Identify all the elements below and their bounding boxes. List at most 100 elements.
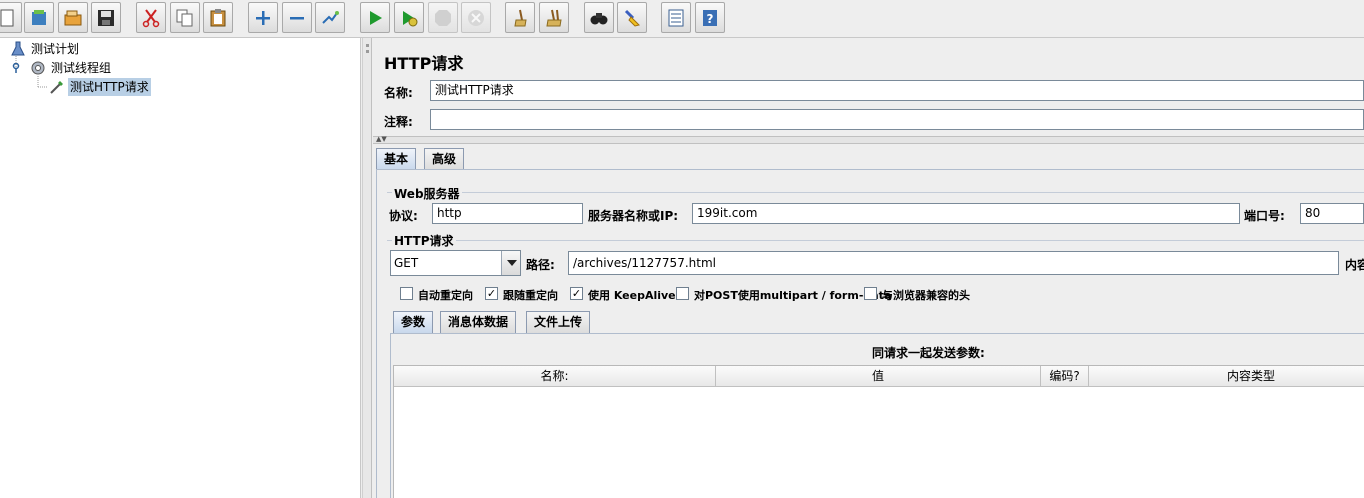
name-label: 名称: [384, 86, 413, 100]
svg-text:?: ? [707, 12, 714, 26]
search-icon [590, 13, 608, 25]
port-label: 端口号: [1244, 209, 1285, 223]
checkbox-label: 与浏览器兼容的头 [882, 289, 970, 302]
parameters-table[interactable]: 名称: 值 编码? 内容类型 [393, 365, 1364, 498]
split-pane-divider[interactable] [362, 38, 372, 498]
name-field[interactable]: 测试HTTP请求 [430, 80, 1364, 101]
start-no-pauses-icon [403, 11, 418, 27]
stop-icon [435, 10, 451, 26]
tab-body-data[interactable]: 消息体数据 [440, 311, 517, 333]
reset-search-button[interactable] [617, 2, 647, 33]
column-header-name[interactable]: 名称: [394, 366, 716, 387]
params-caption: 同请求一起发送参数: [872, 346, 985, 360]
copy-icon [176, 9, 193, 27]
server-name-field[interactable]: 199it.com [692, 203, 1240, 224]
path-label: 路径: [526, 258, 555, 272]
jmeter-window: ? 测试计划 测试线程组 测试HTTP请求 HTTP请求 名称: 测试HTTP请… [0, 0, 1364, 498]
checkbox-box[interactable] [400, 287, 413, 300]
clear-button[interactable] [505, 2, 535, 33]
collapse-button[interactable] [282, 2, 312, 33]
thread-group-icon [31, 61, 45, 75]
checkbox-box[interactable]: ✓ [485, 287, 498, 300]
tree-node-thread-group[interactable]: 测试线程组 [30, 59, 150, 77]
start-icon [370, 11, 382, 25]
checkbox-label: 对POST使用multipart / form-data [694, 289, 892, 302]
web-server-group-title: Web服务器 [392, 185, 462, 202]
chevron-down-icon[interactable] [501, 251, 520, 275]
templates-icon [32, 10, 46, 25]
http-sampler-icon [50, 81, 63, 94]
open-icon [64, 10, 82, 26]
column-header-value[interactable]: 值 [716, 366, 1041, 387]
save-button[interactable] [91, 2, 121, 33]
port-field[interactable]: 80 [1300, 203, 1364, 224]
checkbox-box[interactable]: ✓ [570, 287, 583, 300]
help-button[interactable]: ? [695, 2, 725, 33]
checkbox-box[interactable] [676, 287, 689, 300]
page-title: HTTP请求 [384, 54, 464, 73]
checkbox-box[interactable] [864, 287, 877, 300]
function-helper-icon [668, 9, 684, 27]
toggle-button[interactable] [315, 2, 345, 33]
expand-button[interactable] [248, 2, 278, 33]
tab-basic[interactable]: 基本 [376, 148, 417, 170]
reset-search-icon [624, 9, 640, 27]
web-server-group-border [387, 192, 1364, 193]
clear-all-button[interactable] [539, 2, 569, 33]
server-name-label: 服务器名称或IP: [588, 209, 679, 223]
shutdown-icon [468, 10, 484, 26]
sub-tab-strip: 参数 消息体数据 文件上传 [393, 311, 1364, 333]
search-button[interactable] [584, 2, 614, 33]
start-no-pauses-button[interactable] [394, 2, 424, 33]
cut-button[interactable] [136, 2, 166, 33]
tab-parameters[interactable]: 参数 [393, 311, 434, 333]
paste-icon [210, 9, 226, 27]
clear-icon [514, 9, 527, 27]
templates-button[interactable] [24, 2, 54, 33]
comment-label: 注释: [384, 115, 413, 129]
checkbox-label: 跟随重定向 [503, 289, 558, 302]
tree-node-http-sampler[interactable]: 测试HTTP请求 [49, 78, 189, 96]
path-field[interactable]: /archives/1127757.html [568, 251, 1339, 275]
save-icon [98, 10, 114, 26]
column-header-encode[interactable]: 编码? [1041, 366, 1089, 387]
cut-icon [142, 9, 160, 28]
http-request-group-title: HTTP请求 [392, 232, 456, 249]
function-helper-button[interactable] [661, 2, 691, 33]
paste-button[interactable] [203, 2, 233, 33]
tree-node-test-plan[interactable]: 测试计划 [10, 40, 130, 58]
new-icon [0, 9, 14, 27]
test-plan-icon [11, 41, 25, 56]
toolbar: ? [0, 0, 1364, 38]
method-select[interactable]: GET [390, 250, 521, 276]
expand-icon [256, 11, 270, 25]
sampler-editor-panel: HTTP请求 名称: 测试HTTP请求 注释: ▲▼ 基本 高级 Web服务器 … [373, 38, 1364, 498]
stop-button[interactable] [428, 2, 458, 33]
tab-files-upload[interactable]: 文件上传 [526, 311, 591, 333]
clear-all-icon [546, 9, 562, 27]
vertical-split-divider[interactable]: ▲▼ [373, 135, 1364, 144]
open-button[interactable] [58, 2, 88, 33]
protocol-label: 协议: [389, 209, 418, 223]
content-encoding-label: 内容 [1345, 258, 1364, 272]
tree-node-label: 测试线程组 [51, 61, 112, 75]
help-icon: ? [703, 10, 717, 26]
copy-button[interactable] [170, 2, 200, 33]
method-select-value: GET [394, 256, 419, 270]
checkbox-label: 使用 KeepAlive [588, 289, 676, 302]
http-request-group-border [387, 240, 1364, 241]
tree-collapse-handle-icon[interactable] [11, 63, 21, 73]
main-tab-strip: 基本 高级 [376, 148, 1364, 170]
start-button[interactable] [360, 2, 390, 33]
tree-node-label: 测试计划 [31, 42, 80, 56]
tab-advanced[interactable]: 高级 [424, 148, 465, 170]
test-plan-tree[interactable]: 测试计划 测试线程组 测试HTTP请求 [0, 38, 361, 498]
protocol-field[interactable]: http [432, 203, 583, 224]
column-header-content-type[interactable]: 内容类型 [1089, 366, 1364, 387]
toggle-icon [322, 11, 339, 24]
comment-field[interactable] [430, 109, 1364, 130]
shutdown-button[interactable] [461, 2, 491, 33]
new-button[interactable] [0, 2, 22, 33]
collapse-icon [290, 17, 304, 20]
tree-node-label: 测试HTTP请求 [68, 78, 151, 96]
